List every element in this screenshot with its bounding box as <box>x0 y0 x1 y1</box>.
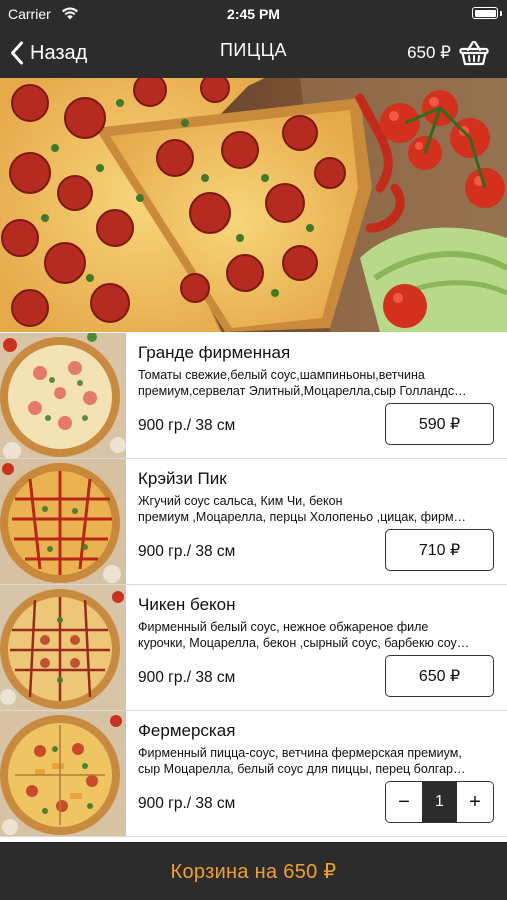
product-description: Жгучий соус сальса, Ким Чи, бекон премиу… <box>138 493 494 525</box>
product-size: 900 гр./ 38 см <box>138 543 236 560</box>
battery-icon <box>472 7 498 19</box>
product-thumbnail <box>0 459 126 584</box>
quantity-value: 1 <box>422 782 457 822</box>
description-line: премиум ,Моцарелла, перцы Холопеньо ,циц… <box>138 510 467 524</box>
product-name: Гранде фирменная <box>138 343 291 362</box>
back-label: Назад <box>30 41 88 64</box>
product-thumbnail <box>0 585 126 710</box>
increase-quantity-button[interactable]: + <box>457 782 493 822</box>
product-row[interactable]: Чикен бекон Фирменный белый соус, нежное… <box>0 585 507 711</box>
hero-pizza-image <box>0 78 507 332</box>
price-button[interactable]: 710 ₽ <box>385 529 494 571</box>
product-name: Чикен бекон <box>138 595 236 614</box>
back-button[interactable]: Назад <box>10 38 87 68</box>
cart-button[interactable]: 650 ₽ <box>407 36 489 70</box>
price-button[interactable]: 590 ₽ <box>385 403 494 445</box>
cart-footer-button[interactable]: Корзина на 650 ₽ <box>0 842 507 900</box>
cart-amount: 650 ₽ <box>407 43 451 62</box>
description-line: премиум,сервелат Элитный,Моцарелла,сыр Г… <box>138 384 467 398</box>
product-row[interactable]: Крэйзи Пик Жгучий соус сальса, Ким Чи, б… <box>0 459 507 585</box>
product-row[interactable]: Гранде фирменная Томаты свежие,белый соу… <box>0 333 507 459</box>
description-line: Фирменный пицца-соус, ветчина фермерская… <box>138 746 462 760</box>
cart-footer-label: Корзина на 650 ₽ <box>170 860 337 883</box>
battery-tip <box>500 11 502 16</box>
nav-bar: Назад ПИЦЦА 650 ₽ <box>0 30 507 76</box>
chevron-left-icon <box>11 41 23 65</box>
product-description: Томаты свежие,белый соус,шампиньоны,ветч… <box>138 367 494 399</box>
description-line: Фирменный белый соус, нежное обжареное ф… <box>138 620 429 634</box>
description-line: Жгучий соус сальса, Ким Чи, бекон <box>138 494 343 508</box>
quantity-stepper: − 1 + <box>385 781 494 823</box>
product-size: 900 гр./ 38 см <box>138 417 236 434</box>
clock: 2:45 PM <box>227 6 280 22</box>
product-thumbnail <box>0 333 126 458</box>
price-button[interactable]: 650 ₽ <box>385 655 494 697</box>
basket-icon <box>459 40 489 66</box>
status-bar: Carrier 2:45 PM <box>0 0 507 28</box>
product-thumbnail <box>0 711 126 836</box>
decrease-quantity-button[interactable]: − <box>386 782 422 822</box>
product-size: 900 гр./ 38 см <box>138 795 236 812</box>
product-row[interactable]: Фермерская Фирменный пицца-соус, ветчина… <box>0 711 507 837</box>
description-line: сыр Моцарелла, белый соус для пиццы, пер… <box>138 762 466 776</box>
product-size: 900 гр./ 38 см <box>138 669 236 686</box>
product-name: Крэйзи Пик <box>138 469 227 488</box>
product-description: Фирменный пицца-соус, ветчина фермерская… <box>138 745 494 777</box>
description-line: курочки, Моцарелла, бекон ,сырный соус, … <box>138 636 470 650</box>
description-line: Томаты свежие,белый соус,шампиньоны,ветч… <box>138 368 425 382</box>
product-list: Гранде фирменная Томаты свежие,белый соу… <box>0 333 507 837</box>
product-name: Фермерская <box>138 721 236 740</box>
product-description: Фирменный белый соус, нежное обжареное ф… <box>138 619 494 651</box>
top-bar: Carrier 2:45 PM Назад ПИЦЦА 650 ₽ <box>0 0 507 78</box>
